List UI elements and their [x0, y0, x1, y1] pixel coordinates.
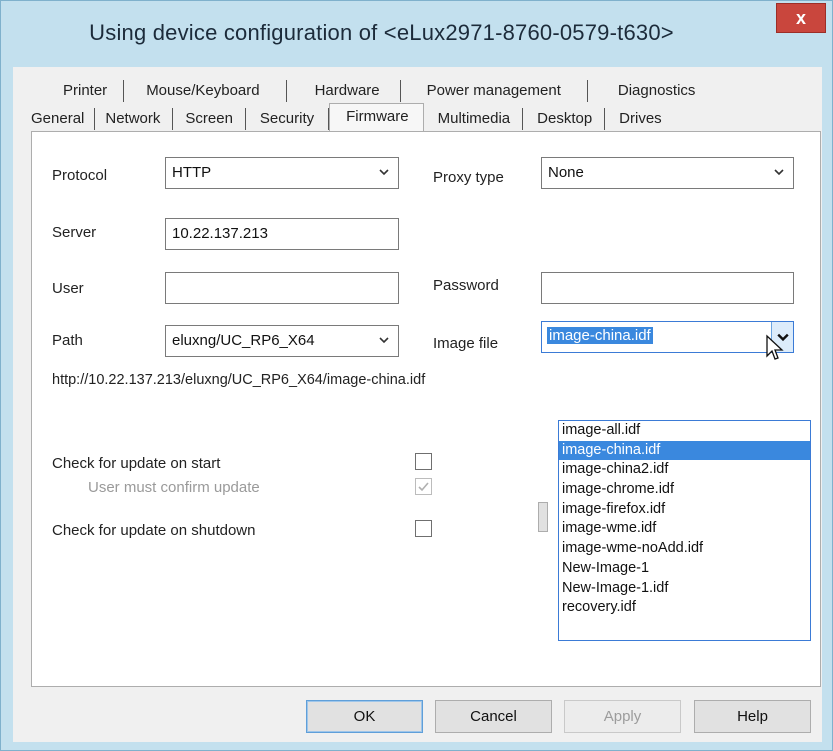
proxy-type-value: None [548, 164, 584, 181]
proxy-type-select[interactable]: None [541, 157, 794, 189]
tab-general[interactable]: General [31, 108, 96, 130]
dropdown-option[interactable]: image-firefox.idf [559, 500, 810, 520]
config-window: Using device configuration of <eLux2971-… [0, 0, 833, 751]
check-shutdown-label: Check for update on shutdown [52, 522, 256, 539]
chevron-down-icon [379, 169, 389, 176]
dropdown-option[interactable]: recovery.idf [559, 598, 810, 618]
dropdown-option[interactable]: image-chrome.idf [559, 480, 810, 500]
dropdown-option[interactable]: New-Image-1.idf [559, 579, 810, 599]
tab-drives[interactable]: Drives [605, 108, 662, 130]
dropdown-option[interactable]: New-Image-1 [559, 559, 810, 579]
checkmark-icon [418, 482, 429, 492]
user-label: User [52, 280, 84, 297]
path-select[interactable]: eluxng/UC_RP6_X64 [165, 325, 399, 357]
chevron-down-icon [774, 169, 784, 176]
check-update-start-checkbox[interactable] [415, 453, 432, 470]
tab-desktop[interactable]: Desktop [523, 108, 606, 130]
proxy-type-label: Proxy type [433, 169, 504, 186]
tab-network[interactable]: Network [95, 108, 174, 130]
close-icon: x [795, 7, 806, 28]
image-file-label: Image file [433, 335, 499, 352]
tab-firmware[interactable]: Firmware [329, 103, 424, 131]
title-bar[interactable]: Using device configuration of <eLux2971-… [1, 1, 832, 67]
server-label: Server [52, 224, 97, 241]
image-file-value: image-china.idf [547, 327, 653, 344]
tab-row-back: Printer Mouse/Keyboard Hardware Power ma… [31, 80, 696, 102]
tab-hardware[interactable]: Hardware [286, 80, 401, 102]
protocol-value: HTTP [172, 164, 212, 181]
url-text: http://10.22.137.213/eluxng/UC_RP6_X64/i… [52, 372, 426, 388]
tab-printer[interactable]: Printer [31, 80, 125, 102]
confirm-update-checkbox[interactable] [415, 478, 432, 495]
cancel-button[interactable]: Cancel [435, 700, 552, 733]
dropdown-option[interactable]: image-all.idf [559, 421, 810, 441]
image-file-select[interactable]: image-china.idf [541, 321, 794, 353]
password-input[interactable] [541, 272, 794, 304]
chevron-down-icon [379, 337, 389, 344]
confirm-update-label: User must confirm update [88, 479, 260, 496]
dropdown-option[interactable]: image-china2.idf [559, 460, 810, 480]
firmware-panel: Protocol HTTP Proxy type None Server 10.… [31, 131, 821, 687]
mouse-cursor-icon [766, 334, 784, 360]
button-edge [538, 502, 548, 532]
protocol-select[interactable]: HTTP [165, 157, 399, 189]
help-button[interactable]: Help [694, 700, 811, 733]
apply-button[interactable]: Apply [564, 700, 681, 733]
server-value: 10.22.137.213 [172, 225, 268, 242]
protocol-label: Protocol [52, 167, 108, 184]
tab-mouse-keyboard[interactable]: Mouse/Keyboard [124, 80, 287, 102]
tab-power-management[interactable]: Power management [400, 80, 588, 102]
path-value: eluxng/UC_RP6_X64 [172, 332, 315, 349]
user-input[interactable] [165, 272, 399, 304]
check-update-shutdown-checkbox[interactable] [415, 520, 432, 537]
image-file-dropdown-list: image-all.idf image-china.idf image-china2… [558, 420, 811, 641]
tab-screen[interactable]: Screen [173, 108, 246, 130]
dropdown-option[interactable]: image-wme.idf [559, 519, 810, 539]
tab-diagnostics[interactable]: Diagnostics [587, 80, 696, 102]
tab-security[interactable]: Security [245, 108, 330, 130]
server-input[interactable]: 10.22.137.213 [165, 218, 399, 250]
dropdown-option[interactable]: image-china.idf [559, 440, 810, 461]
ok-button[interactable]: OK [306, 700, 423, 733]
tab-row-front: General Network Screen Security Firmware… [31, 103, 662, 131]
dialog-client: Printer Mouse/Keyboard Hardware Power ma… [13, 67, 822, 742]
password-label: Password [433, 277, 499, 294]
tab-multimedia[interactable]: Multimedia [423, 108, 524, 130]
path-label: Path [52, 332, 83, 349]
dropdown-option[interactable]: image-wme-noAdd.idf [559, 539, 810, 559]
check-start-label: Check for update on start [52, 455, 221, 472]
close-button[interactable]: x [776, 3, 826, 33]
window-title: Using device configuration of <eLux2971-… [89, 20, 674, 45]
